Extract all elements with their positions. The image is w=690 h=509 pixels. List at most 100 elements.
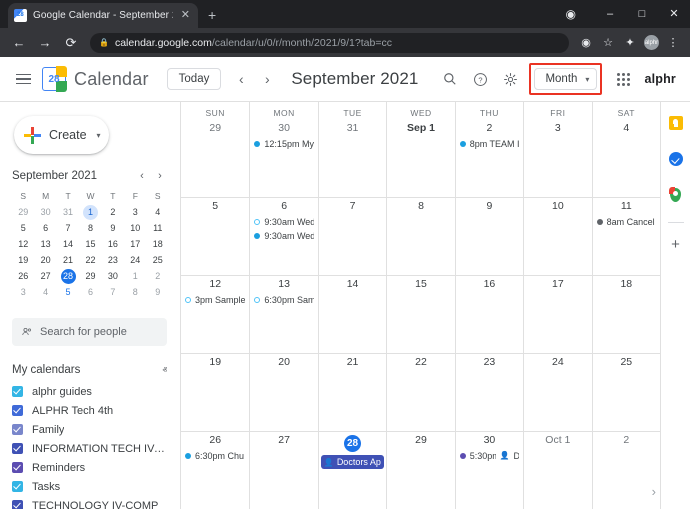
day-cell[interactable]: Oct 1 — [523, 432, 591, 509]
next-period-icon[interactable]: › — [255, 67, 279, 91]
day-cell[interactable]: 5 — [181, 198, 249, 275]
day-number[interactable]: 23 — [458, 355, 521, 371]
expand-right-icon[interactable]: › — [652, 484, 656, 499]
calendar-checkbox[interactable] — [12, 424, 23, 435]
mini-calendar-day[interactable]: 2 — [102, 204, 124, 220]
google-keep-icon[interactable] — [665, 112, 687, 134]
day-cell[interactable]: 27 — [249, 432, 317, 509]
browser-profile-avatar[interactable]: alphr — [644, 35, 659, 50]
help-icon[interactable]: ? — [465, 64, 495, 94]
day-cell[interactable]: 25 — [591, 354, 660, 431]
mini-calendar-day[interactable]: 27 — [34, 268, 56, 284]
day-cell[interactable]: 21 — [317, 354, 386, 431]
day-cell[interactable]: 6 9:30am Wed 9:30am Wed — [249, 198, 317, 275]
google-apps-grid-icon[interactable] — [610, 66, 636, 92]
day-number[interactable]: 2 — [595, 433, 658, 449]
day-number[interactable]: 30 — [252, 121, 315, 137]
day-cell[interactable]: 15 — [386, 276, 454, 353]
forward-icon[interactable]: → — [32, 28, 58, 57]
day-number[interactable]: 25 — [595, 355, 658, 371]
mini-calendar-day[interactable]: 31 — [57, 204, 79, 220]
calendar-event[interactable]: 5:30pm👤 D — [458, 449, 521, 463]
extensions-puzzle-icon[interactable]: ✦ — [619, 36, 641, 49]
browser-tab[interactable]: Google Calendar - September 20 ✕ — [8, 3, 198, 28]
calendar-event[interactable]: 6:30pm Sam — [252, 293, 315, 307]
mini-calendar-day[interactable]: 3 — [124, 204, 146, 220]
mini-calendar-day[interactable]: 20 — [34, 252, 56, 268]
mini-calendar-day[interactable]: 1 — [79, 204, 101, 220]
calendar-list-item[interactable]: Family — [12, 420, 167, 439]
mini-calendar-day[interactable]: 16 — [102, 236, 124, 252]
cast-icon[interactable]: ◉ — [575, 36, 597, 49]
mini-calendar-prev-icon[interactable]: ‹ — [133, 170, 151, 182]
day-number[interactable]: 19 — [183, 355, 247, 371]
mini-calendar-day[interactable]: 2 — [147, 268, 169, 284]
day-number[interactable]: 29 — [389, 433, 452, 449]
calendar-event[interactable]: 3pm Sample — [183, 293, 247, 307]
calendar-event[interactable]: 8am Cancel — [595, 215, 658, 229]
day-number[interactable]: Oct 1 — [526, 433, 589, 449]
day-cell[interactable]: 30 12:15pm My — [249, 120, 317, 197]
day-number[interactable]: Sep 1 — [389, 121, 452, 137]
day-number[interactable]: 9 — [458, 199, 521, 215]
calendar-checkbox[interactable] — [12, 443, 23, 454]
chevron-up-icon[interactable]: ⱏ — [163, 365, 167, 376]
mini-calendar-day[interactable]: 22 — [79, 252, 101, 268]
calendar-list-item[interactable]: alphr guides — [12, 382, 167, 401]
google-tasks-icon[interactable] — [665, 148, 687, 170]
calendar-event[interactable]: 12:15pm My — [252, 137, 315, 151]
day-number[interactable]: 7 — [321, 199, 384, 215]
mini-calendar-day[interactable]: 24 — [124, 252, 146, 268]
previous-period-icon[interactable]: ‹ — [229, 67, 253, 91]
calendar-list-item[interactable]: INFORMATION TECH IV- C... — [12, 439, 167, 458]
day-cell[interactable]: 10 — [523, 198, 591, 275]
mini-calendar-day[interactable]: 25 — [147, 252, 169, 268]
day-number[interactable]: 20 — [252, 355, 315, 371]
day-number[interactable]: 10 — [526, 199, 589, 215]
day-number[interactable]: 21 — [321, 355, 384, 371]
day-cell[interactable]: 26 6:30pm Chu — [181, 432, 249, 509]
day-cell[interactable]: 12 3pm Sample — [181, 276, 249, 353]
address-bar[interactable]: 🔒 calendar.google.com/calendar/u/0/r/mon… — [90, 32, 569, 53]
day-cell[interactable]: 2 8pm TEAM I — [454, 120, 523, 197]
day-number[interactable]: 11 — [595, 199, 658, 215]
calendar-checkbox[interactable] — [12, 462, 23, 473]
day-number[interactable]: 14 — [321, 277, 384, 293]
mini-calendar-day[interactable]: 6 — [79, 284, 101, 300]
day-number[interactable]: 13 — [252, 277, 315, 293]
today-button[interactable]: Today — [166, 68, 222, 90]
day-cell[interactable]: 2 — [591, 432, 660, 509]
mini-calendar-day[interactable]: 18 — [147, 236, 169, 252]
day-cell[interactable]: 23 — [454, 354, 523, 431]
mini-calendar-day[interactable]: 8 — [79, 220, 101, 236]
mini-calendar-day[interactable]: 13 — [34, 236, 56, 252]
mini-calendar-day[interactable]: 7 — [57, 220, 79, 236]
day-number[interactable]: 15 — [389, 277, 452, 293]
mini-calendar-day[interactable]: 3 — [12, 284, 34, 300]
mini-calendar-day[interactable]: 5 — [57, 284, 79, 300]
day-number[interactable]: 27 — [252, 433, 315, 449]
reload-icon[interactable]: ⟳ — [58, 28, 84, 57]
mini-calendar-day[interactable]: 11 — [147, 220, 169, 236]
main-menu-icon[interactable] — [8, 66, 38, 93]
mini-calendar-day[interactable]: 4 — [34, 284, 56, 300]
close-window-button[interactable]: ✕ — [658, 0, 690, 28]
mini-calendar-day[interactable]: 30 — [34, 204, 56, 220]
add-addon-icon[interactable]: + — [671, 237, 680, 252]
new-tab-button[interactable]: + — [208, 7, 216, 23]
mini-calendar-day[interactable]: 9 — [102, 220, 124, 236]
mini-calendar-day[interactable]: 19 — [12, 252, 34, 268]
calendar-checkbox[interactable] — [12, 500, 23, 509]
mini-calendar-day[interactable]: 9 — [147, 284, 169, 300]
calendar-event[interactable]: 9:30am Wed — [252, 215, 315, 229]
day-cell[interactable]: 29 — [181, 120, 249, 197]
day-number[interactable]: 17 — [526, 277, 589, 293]
maximize-button[interactable]: □ — [626, 0, 658, 28]
mini-calendar-day[interactable]: 14 — [57, 236, 79, 252]
day-number[interactable]: 3 — [526, 121, 589, 137]
mini-calendar-day[interactable]: 5 — [12, 220, 34, 236]
search-people-input[interactable]: Search for people — [12, 318, 167, 346]
mini-calendar-day[interactable]: 23 — [102, 252, 124, 268]
calendar-event[interactable]: 9:30am Wed — [252, 229, 315, 243]
mini-calendar-day[interactable]: 1 — [124, 268, 146, 284]
